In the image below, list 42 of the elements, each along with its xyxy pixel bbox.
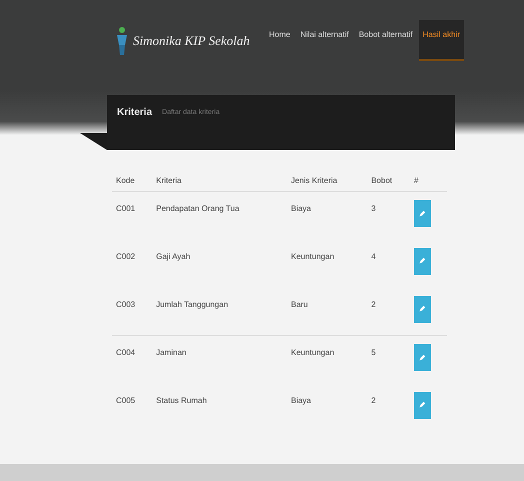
table-cell: 3 — [367, 192, 410, 240]
table-cell-text: Status Rumah — [155, 394, 208, 406]
figure-icon — [115, 26, 129, 56]
table-cell-text: 4 — [370, 250, 377, 262]
column-header: Kode — [112, 170, 152, 192]
column-header: Jenis Kriteria — [286, 170, 368, 192]
table-cell: Biaya — [286, 192, 368, 240]
edit-icon — [418, 210, 426, 218]
table-cell: Jumlah Tanggungan — [152, 288, 287, 336]
edit-icon — [418, 354, 426, 362]
table-cell-text: C005 — [115, 394, 136, 406]
nav-link[interactable]: Home — [265, 20, 294, 61]
column-header: Bobot — [367, 170, 410, 192]
table-cell: C001 — [112, 192, 152, 240]
table-cell: 2 — [367, 288, 410, 336]
panel-title: Kriteria — [117, 107, 152, 118]
table-cell-text: Keuntungan — [290, 250, 336, 263]
table-cell: C003 — [112, 288, 152, 336]
edit-button[interactable] — [414, 296, 431, 322]
table-cell-text: C002 — [115, 250, 136, 262]
nav-link[interactable]: Hasil akhir — [418, 20, 464, 61]
table-cell: Baru — [286, 288, 368, 336]
edit-button[interactable] — [414, 344, 431, 371]
table-cell-text: Gaji Ayah — [155, 250, 192, 263]
table-cell: 5 — [367, 336, 410, 384]
table-cell-text: Biaya — [290, 394, 312, 407]
edit-button[interactable] — [414, 248, 431, 274]
edit-button[interactable] — [414, 200, 431, 227]
table-cell-text: 2 — [370, 394, 377, 406]
column-header: # — [410, 170, 447, 192]
table-cell: Keuntungan — [286, 336, 368, 384]
edit-button[interactable] — [414, 392, 431, 418]
column-header: Kriteria — [152, 170, 287, 192]
table-cell: Jaminan — [152, 336, 287, 384]
table-cell: Pendapatan Orang Tua — [152, 192, 287, 240]
brand-name: Simonika KIP Sekolah — [133, 32, 250, 48]
table-cell: C004 — [112, 336, 152, 384]
edit-icon — [418, 401, 426, 409]
nav-link[interactable]: Nilai alternatif — [296, 20, 353, 61]
edit-icon — [418, 257, 426, 265]
edit-icon — [418, 305, 426, 313]
nav-link[interactable]: Bobot alternatif — [354, 20, 417, 61]
